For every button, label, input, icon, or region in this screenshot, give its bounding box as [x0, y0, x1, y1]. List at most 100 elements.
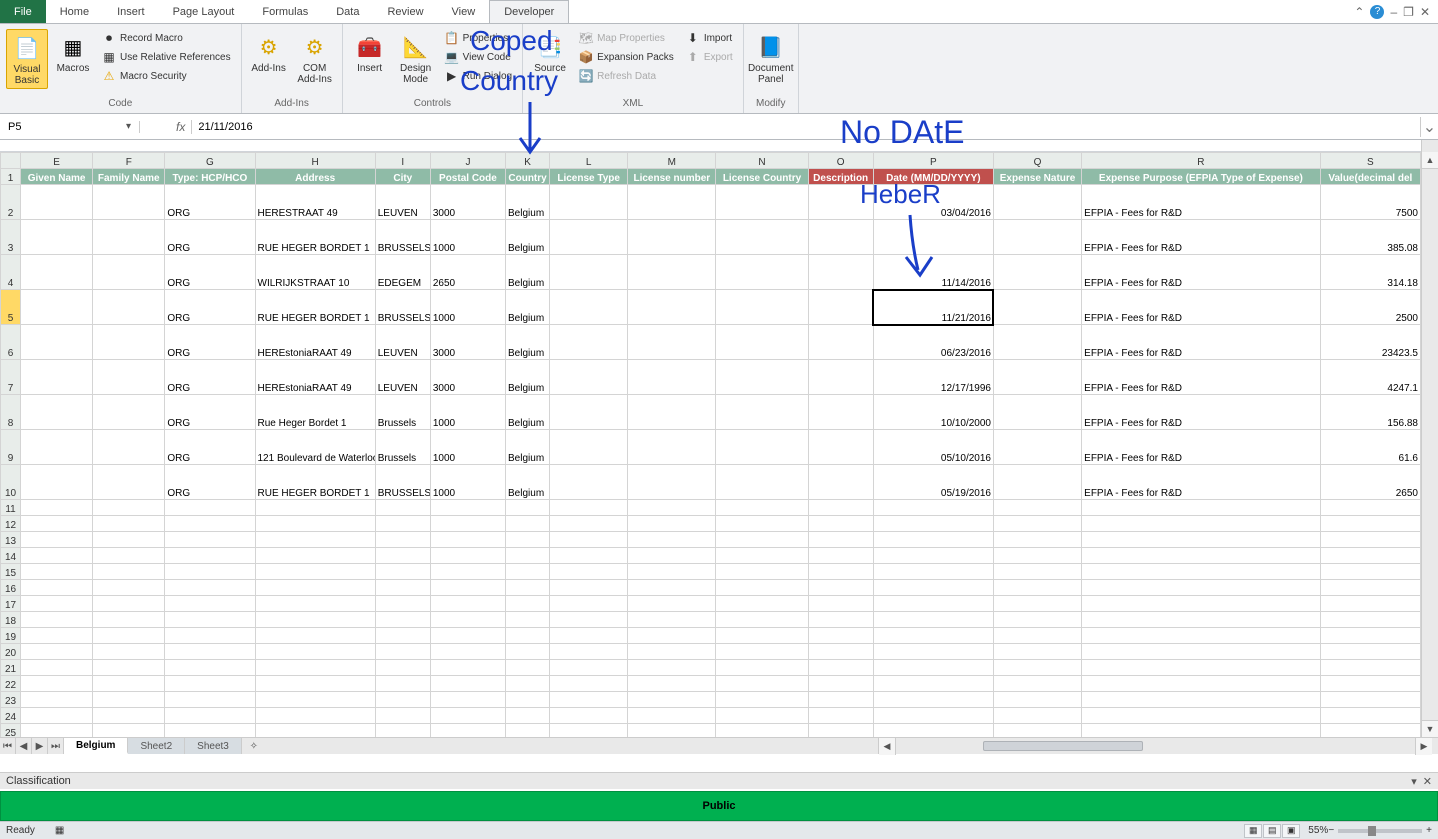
- cell[interactable]: [1082, 532, 1321, 548]
- cell[interactable]: ORG: [165, 255, 255, 290]
- properties-button[interactable]: 📋Properties: [441, 29, 516, 47]
- cell[interactable]: [506, 516, 550, 532]
- cell[interactable]: [21, 660, 93, 676]
- cell[interactable]: LEUVEN: [375, 325, 430, 360]
- cell[interactable]: [1320, 532, 1420, 548]
- view-code-button[interactable]: 💻View Code: [441, 48, 516, 66]
- insert-control-button[interactable]: 🧰 Insert: [349, 29, 391, 76]
- cell[interactable]: [628, 692, 716, 708]
- cell[interactable]: [808, 580, 873, 596]
- row-header[interactable]: 17: [1, 596, 21, 612]
- cell[interactable]: [873, 612, 993, 628]
- cell[interactable]: EDEGEM: [375, 255, 430, 290]
- row-header[interactable]: 8: [1, 395, 21, 430]
- cell[interactable]: [165, 676, 255, 692]
- cell[interactable]: [873, 220, 993, 255]
- cell[interactable]: [21, 580, 93, 596]
- cell[interactable]: [993, 596, 1081, 612]
- cell[interactable]: [808, 430, 873, 465]
- cell[interactable]: [93, 612, 165, 628]
- row-header[interactable]: 13: [1, 532, 21, 548]
- cell[interactable]: RUE HEGER BORDET 1: [255, 220, 375, 255]
- cell[interactable]: [1320, 676, 1420, 692]
- cell[interactable]: [716, 290, 808, 325]
- cell[interactable]: [1320, 660, 1420, 676]
- cell[interactable]: [21, 708, 93, 724]
- cell[interactable]: [93, 185, 165, 220]
- cell[interactable]: [93, 676, 165, 692]
- scroll-left-icon[interactable]: ◀: [879, 738, 896, 755]
- view-page-break-icon[interactable]: ▣: [1282, 824, 1300, 838]
- cell[interactable]: [716, 255, 808, 290]
- field-header[interactable]: Value(decimal del: [1320, 169, 1420, 185]
- classification-close-icon[interactable]: ✕: [1423, 775, 1432, 788]
- window-restore-icon[interactable]: ❐: [1403, 5, 1414, 19]
- cell[interactable]: [993, 185, 1081, 220]
- cell[interactable]: [255, 516, 375, 532]
- formula-bar-expand-icon[interactable]: ⌄: [1420, 117, 1438, 137]
- cell[interactable]: [93, 220, 165, 255]
- cell[interactable]: [550, 724, 628, 738]
- cell[interactable]: [1320, 612, 1420, 628]
- import-button[interactable]: ⬇Import: [682, 29, 737, 47]
- cell[interactable]: EFPIA - Fees for R&D: [1082, 395, 1321, 430]
- cell[interactable]: [808, 628, 873, 644]
- cell[interactable]: [628, 612, 716, 628]
- cell[interactable]: 11/21/2016: [873, 290, 993, 325]
- cell[interactable]: [21, 465, 93, 500]
- cell[interactable]: 12/17/1996: [873, 360, 993, 395]
- cell[interactable]: [550, 430, 628, 465]
- cell[interactable]: [1320, 724, 1420, 738]
- cell[interactable]: [375, 676, 430, 692]
- cell[interactable]: [1320, 644, 1420, 660]
- field-header[interactable]: Country: [506, 169, 550, 185]
- cell[interactable]: [1320, 692, 1420, 708]
- cell[interactable]: [808, 708, 873, 724]
- col-header-L[interactable]: L: [550, 153, 628, 169]
- col-header-P[interactable]: P: [873, 153, 993, 169]
- cell[interactable]: ORG: [165, 185, 255, 220]
- cell[interactable]: HEREstoniaRAAT 49: [255, 325, 375, 360]
- cell[interactable]: [375, 660, 430, 676]
- cell[interactable]: [506, 580, 550, 596]
- cell[interactable]: [506, 724, 550, 738]
- cell[interactable]: [550, 465, 628, 500]
- cell[interactable]: [375, 548, 430, 564]
- com-addins-button[interactable]: ⚙ COM Add-Ins: [294, 29, 336, 87]
- cell[interactable]: 3000: [430, 185, 505, 220]
- cell[interactable]: [716, 580, 808, 596]
- cell[interactable]: [808, 516, 873, 532]
- cell[interactable]: [550, 360, 628, 395]
- cell[interactable]: LEUVEN: [375, 360, 430, 395]
- row-header[interactable]: 4: [1, 255, 21, 290]
- cell[interactable]: [1082, 708, 1321, 724]
- scroll-up-icon[interactable]: ▲: [1422, 152, 1438, 169]
- cell[interactable]: [716, 500, 808, 516]
- cell[interactable]: [716, 612, 808, 628]
- cell[interactable]: [1320, 708, 1420, 724]
- cell[interactable]: 3000: [430, 325, 505, 360]
- cell[interactable]: [255, 724, 375, 738]
- cell[interactable]: Belgium: [506, 430, 550, 465]
- cell[interactable]: [993, 220, 1081, 255]
- run-dialog-button[interactable]: ▶Run Dialog: [441, 67, 516, 85]
- cell[interactable]: 156.88: [1320, 395, 1420, 430]
- row-header[interactable]: 11: [1, 500, 21, 516]
- cell[interactable]: [375, 708, 430, 724]
- cell[interactable]: [165, 580, 255, 596]
- cell[interactable]: [716, 692, 808, 708]
- cell[interactable]: [550, 290, 628, 325]
- cell[interactable]: [716, 548, 808, 564]
- cell[interactable]: [21, 220, 93, 255]
- cell[interactable]: [808, 290, 873, 325]
- zoom-level[interactable]: 55%: [1308, 825, 1328, 836]
- cell[interactable]: [873, 660, 993, 676]
- select-all-corner[interactable]: [1, 153, 21, 169]
- cell[interactable]: [808, 532, 873, 548]
- field-header[interactable]: Postal Code: [430, 169, 505, 185]
- cell[interactable]: [1320, 516, 1420, 532]
- cell[interactable]: [716, 220, 808, 255]
- cell[interactable]: [255, 596, 375, 612]
- cell[interactable]: [430, 708, 505, 724]
- cell[interactable]: 7500: [1320, 185, 1420, 220]
